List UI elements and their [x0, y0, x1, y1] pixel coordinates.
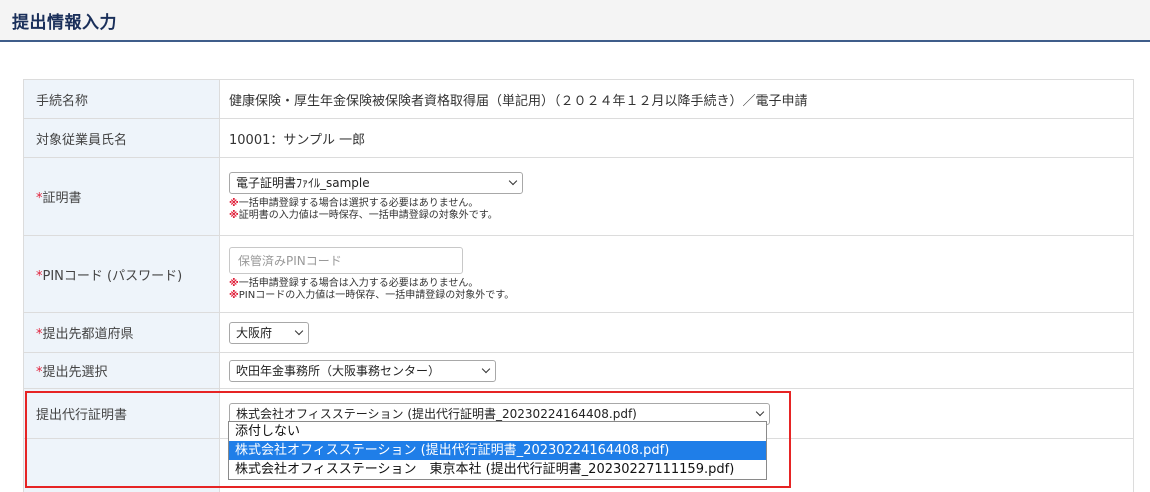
note-mark: ※: [229, 197, 239, 209]
pin-label: PINコード (パスワード): [42, 268, 183, 284]
pin-input[interactable]: 保管済みPINコード: [229, 246, 463, 274]
pin-value-cell: 保管済みPINコード ※一括申請登録する場合は入力する必要はありません。 ※PI…: [219, 235, 1134, 313]
pin-note-1: ※一括申請登録する場合は入力する必要はありません。: [229, 278, 1133, 290]
page-header: 提出情報入力: [0, 0, 1150, 42]
employee-value: 10001：サンプル 一郎: [219, 118, 1134, 158]
note-mark: ※: [229, 209, 239, 221]
note-mark: ※: [229, 277, 239, 289]
certificate-select-value: 電子証明書ﾌｧｲﾙ_sample: [236, 176, 370, 190]
row-prefecture: *提出先都道府県 大阪府: [23, 312, 1134, 353]
dropdown-option-office-station[interactable]: 株式会社オフィスステーション (提出代行証明書_20230224164408.p…: [229, 441, 766, 460]
employee-label: 対象従業員氏名: [23, 118, 220, 158]
office-label-cell: *提出先選択: [23, 352, 220, 389]
dropdown-option-office-station-tokyo[interactable]: 株式会社オフィスステーション 東京本社 (提出代行証明書_20230227111…: [229, 460, 766, 479]
row-pin: *PINコード (パスワード) 保管済みPINコード ※一括申請登録する場合は入…: [23, 235, 1134, 313]
procedure-value: 健康保険・厚生年金保険被保険者資格取得届（単記用）（２０２４年１２月以降手続き）…: [219, 79, 1134, 119]
row-procedure: 手続名称 健康保険・厚生年金保険被保険者資格取得届（単記用）（２０２４年１２月以…: [23, 79, 1134, 119]
dropdown-option-none[interactable]: 添付しない: [229, 422, 766, 441]
office-value-cell: 吹田年金事務所（大阪事務センター）: [219, 352, 1134, 389]
certificate-note-1: ※一括申請登録する場合は選択する必要はありません。: [229, 198, 1133, 210]
procedure-label: 手続名称: [23, 79, 220, 119]
certificate-note-1-text: 一括申請登録する場合は選択する必要はありません。: [238, 197, 479, 209]
certificate-note-2-text: 証明書の入力値は一時保存、一括申請登録の対象外です。: [238, 209, 498, 221]
proxy-certificate-dropdown-list[interactable]: 添付しない 株式会社オフィスステーション (提出代行証明書_2023022416…: [228, 421, 767, 480]
certificate-label: 証明書: [42, 191, 82, 206]
certificate-label-cell: *証明書: [23, 157, 220, 236]
office-select-value: 吹田年金事務所（大阪事務センター）: [236, 364, 441, 378]
pin-note-1-text: 一括申請登録する場合は入力する必要はありません。: [238, 277, 479, 289]
prefecture-select[interactable]: 大阪府: [229, 321, 309, 344]
chevron-down-icon: [294, 326, 304, 335]
row-employee: 対象従業員氏名 10001：サンプル 一郎: [23, 118, 1134, 158]
certificate-select[interactable]: 電子証明書ﾌｧｲﾙ_sample: [229, 171, 523, 194]
pin-note-2: ※PINコードの入力値は一時保存、一括申請登録の対象外です。: [229, 290, 1133, 302]
office-select[interactable]: 吹田年金事務所（大阪事務センター）: [229, 359, 496, 382]
prefecture-value-cell: 大阪府: [219, 312, 1134, 353]
certificate-value-cell: 電子証明書ﾌｧｲﾙ_sample ※一括申請登録する場合は選択する必要はありませ…: [219, 157, 1134, 236]
page-title: 提出情報入力: [12, 13, 117, 33]
pin-label-cell: *PINコード (パスワード): [23, 235, 220, 313]
chevron-down-icon: [508, 176, 518, 185]
prefecture-label: 提出先都道府県: [42, 327, 134, 342]
office-label: 提出先選択: [42, 365, 108, 380]
row-office: *提出先選択 吹田年金事務所（大阪事務センター）: [23, 352, 1134, 389]
prefecture-label-cell: *提出先都道府県: [23, 312, 220, 353]
proxy-select-value: 株式会社オフィスステーション (提出代行証明書_20230224164408.p…: [236, 407, 637, 421]
prefecture-select-value: 大阪府: [236, 326, 273, 340]
certificate-notes: ※一括申請登録する場合は選択する必要はありません。 ※証明書の入力値は一時保存、…: [229, 198, 1133, 222]
row-certificate: *証明書 電子証明書ﾌｧｲﾙ_sample ※一括申請登録する場合は選択する必要…: [23, 157, 1134, 236]
note-mark: ※: [229, 289, 239, 301]
certificate-note-2: ※証明書の入力値は一時保存、一括申請登録の対象外です。: [229, 210, 1133, 222]
pin-notes: ※一括申請登録する場合は入力する必要はありません。 ※PINコードの入力値は一時…: [229, 278, 1133, 302]
pin-note-2-text: PINコードの入力値は一時保存、一括申請登録の対象外です。: [238, 289, 515, 301]
pin-input-placeholder: 保管済みPINコード: [238, 253, 342, 268]
proxy-label: 提出代行証明書: [23, 388, 220, 439]
chevron-down-icon: [481, 364, 491, 373]
extra-label-cell: [23, 438, 220, 492]
chevron-down-icon: [755, 407, 765, 416]
